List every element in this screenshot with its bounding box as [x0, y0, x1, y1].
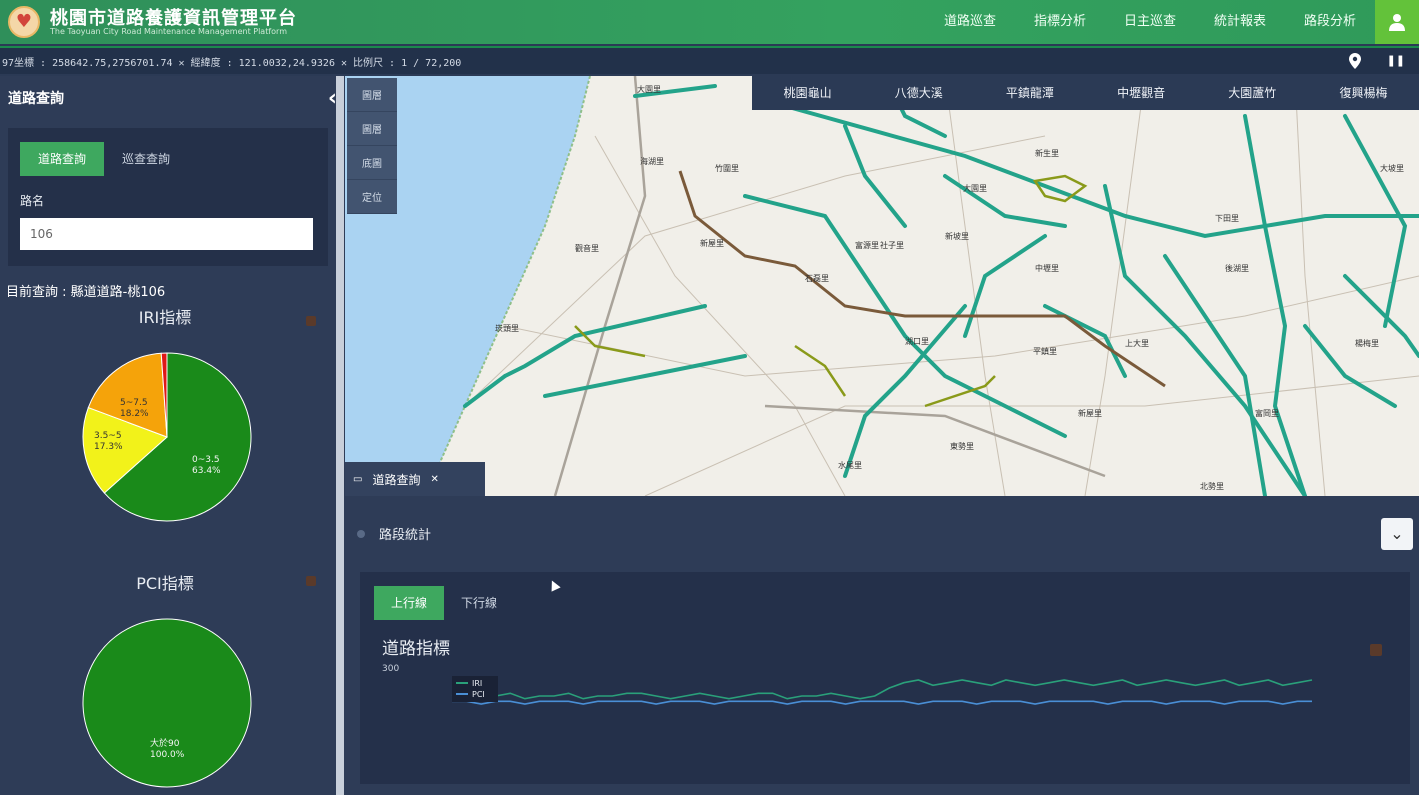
town-label: 上大里	[1125, 338, 1149, 348]
pie-percent-label: 17.3%	[94, 442, 123, 452]
town-label: 社子里	[880, 240, 904, 250]
pci-pie-chart: 大於90 100.0%	[80, 616, 254, 794]
locate-button[interactable]: 定位	[347, 180, 397, 214]
layer-button[interactable]: 圖層	[347, 78, 397, 112]
heart-icon: ♥	[15, 11, 33, 32]
region-zhongli-guanyin[interactable]: 中壢觀音	[1086, 76, 1197, 110]
section-label: 路段統計	[379, 528, 432, 543]
pci-chart-menu-icon[interactable]	[306, 576, 316, 586]
town-label: 北勢里	[1200, 481, 1224, 491]
pause-icon[interactable]: ❚❚	[1387, 54, 1405, 67]
app-header: ♥ 桃園市道路養護資訊管理平台 The Taoyuan City Road Ma…	[0, 0, 1419, 44]
coordinate-statusbar: 97坐標 : 258642.75,2756701.74 ✕ 經緯度 : 121.…	[0, 46, 1419, 74]
pie-percent-label: 18.2%	[120, 409, 149, 419]
main-nav: 道路巡查 指標分析 日主巡查 統計報表 路段分析	[925, 0, 1375, 44]
location-pin-icon[interactable]	[1349, 53, 1363, 69]
town-label: 中壢里	[1035, 263, 1059, 273]
nav-item-segment-analysis[interactable]: 路段分析	[1285, 0, 1375, 44]
road-name-label: 路名	[20, 194, 45, 208]
town-label: 平鎮里	[1033, 346, 1057, 356]
coordinate-readout: 97坐標 : 258642.75,2756701.74 ✕ 經緯度 : 121.…	[2, 58, 462, 69]
town-label: 大園里	[637, 84, 661, 94]
query-form: 道路查詢 巡查查詢 路名	[8, 128, 328, 266]
layer-button-2[interactable]: 圖層	[347, 112, 397, 146]
town-label: 後湖里	[1225, 263, 1249, 273]
tab-inspection-query[interactable]: 巡查查詢	[104, 142, 188, 176]
town-label: 新屋里	[700, 238, 724, 248]
city-logo: ♥	[8, 6, 40, 38]
user-icon	[1389, 14, 1405, 31]
pie-label: 5~7.5	[120, 398, 148, 408]
iri-chart-menu-icon[interactable]	[306, 316, 316, 326]
close-icon[interactable]: ✕	[430, 474, 438, 485]
nav-item-index-analysis[interactable]: 指標分析	[1015, 0, 1105, 44]
map-toolbar: 圖層 圖層 底圖 定位	[347, 78, 397, 214]
road-index-chart-box: 上行線 下行線 道路指標 300 IRI PCI	[360, 572, 1410, 784]
section-bullet-icon	[357, 529, 365, 538]
legend-label: PCI	[472, 690, 485, 699]
town-label: 觀音里	[575, 243, 599, 253]
pie-label: 0~3.5	[192, 455, 220, 465]
user-button[interactable]	[1375, 0, 1419, 44]
region-dayuan-luzhu[interactable]: 大園蘆竹	[1197, 76, 1308, 110]
iri-chart-title: IRI指標	[138, 308, 192, 327]
road-name-input[interactable]	[20, 218, 313, 250]
region-switcher: 桃園龜山 八德大溪 平鎮龍潭 中壢觀音 大園蘆竹 復興楊梅	[752, 76, 1419, 110]
pie-label: 3.5~5	[94, 431, 122, 441]
tab-downbound[interactable]: 下行線	[444, 586, 514, 620]
town-label: 崁頭里	[495, 324, 519, 333]
region-pingzhen-longtan[interactable]: 平鎮龍潭	[974, 76, 1085, 110]
town-label: 海湖里	[640, 156, 664, 166]
town-label: 石磊里	[805, 274, 829, 283]
pie-slice[interactable]	[82, 618, 252, 788]
panel-tab-label: 道路查詢	[372, 472, 421, 487]
town-label: 新屋里	[1078, 408, 1102, 418]
town-label: 富源里	[855, 240, 879, 250]
pie-percent-label: 100.0%	[150, 750, 185, 760]
town-label: 大園里	[963, 183, 987, 193]
town-label: 大坡里	[1380, 163, 1404, 173]
tab-road-query-panel[interactable]: ▭ 道路查詢 ✕	[345, 462, 485, 496]
pci-chart-title: PCI指標	[136, 574, 194, 593]
nav-item-road-inspection[interactable]: 道路巡查	[925, 0, 1015, 44]
iri-pie-chart: 0~3.5 63.4% 3.5~5 17.3% 5~7.5 18.2%	[80, 350, 254, 528]
nav-item-statistics[interactable]: 統計報表	[1195, 0, 1285, 44]
app-subtitle: The Taoyuan City Road Maintenance Manage…	[50, 27, 287, 36]
town-label: 新坡里	[945, 231, 969, 241]
chevron-down-icon[interactable]: ⌄	[1381, 518, 1413, 550]
town-label: 新生里	[1035, 148, 1059, 158]
pie-percent-label: 63.4%	[192, 466, 221, 476]
map-view[interactable]: 大園里 新生里 竹圍里 海湖里 大園里 觀音里 富源里 新坡里 上大里 新屋里 …	[345, 76, 1419, 496]
sidebar-title: 道路查詢	[8, 91, 64, 107]
road-query-panel: ▭ 道路查詢 ✕ 路段統計 ⌄ 上行線 下行線 道路指標 300 IRI PCI	[345, 462, 1419, 795]
tab-road-query[interactable]: 道路查詢	[20, 142, 104, 176]
series-line-pci	[452, 700, 1312, 705]
town-label: 水尾里	[838, 460, 862, 470]
tab-upbound[interactable]: 上行線	[374, 586, 444, 620]
town-label: 楊梅里	[1355, 338, 1379, 348]
pie-label: 大於90	[150, 737, 180, 749]
road-index-line-chart: IRI PCI	[451, 676, 1313, 705]
town-label: 竹圍里	[715, 163, 739, 173]
legend-label: IRI	[472, 679, 482, 688]
nav-item-daily-inspection[interactable]: 日主巡查	[1105, 0, 1195, 44]
series-line-iri	[451, 679, 1313, 700]
region-bade-daxi[interactable]: 八德大溪	[863, 76, 974, 110]
town-label: 下田里	[1215, 214, 1239, 223]
basemap-button[interactable]: 底圖	[347, 146, 397, 180]
region-fuxing-yangmei[interactable]: 復興楊梅	[1308, 76, 1419, 110]
panel-tab-icon: ▭	[353, 473, 363, 485]
sidebar-scrollbar[interactable]	[336, 76, 344, 795]
town-label: 東勢里	[950, 441, 974, 451]
region-taoyuan-guishan[interactable]: 桃園龜山	[752, 76, 863, 110]
current-query-text: 目前查詢 : 縣道道路-桃106	[6, 285, 166, 300]
query-sidebar: 道路查詢 ‹ 道路查詢 巡查查詢 路名 目前查詢 : 縣道道路-桃106 IRI…	[0, 76, 345, 795]
town-label: 富岡里	[1255, 408, 1279, 418]
town-label: 湖口里	[905, 337, 929, 346]
